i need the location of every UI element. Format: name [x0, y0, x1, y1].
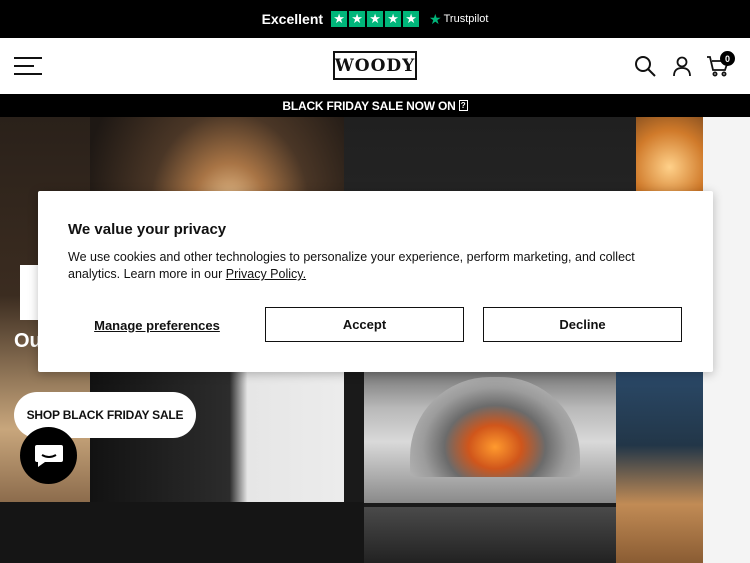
cart-count-badge: 0: [720, 51, 735, 66]
star-icon: ★: [403, 11, 420, 27]
hero-image-bottom: [0, 502, 364, 563]
privacy-policy-link[interactable]: Privacy Policy.: [226, 267, 306, 281]
user-icon[interactable]: [670, 54, 694, 78]
privacy-consent-dialog: We value your privacy We use cookies and…: [38, 191, 713, 372]
manage-preferences-button[interactable]: Manage preferences: [68, 307, 246, 343]
trustpilot-brand: Trustpilot: [443, 13, 489, 25]
privacy-title: We value your privacy: [68, 221, 227, 238]
trustpilot-rating-text: Excellent: [261, 11, 324, 27]
star-icon: ★: [349, 11, 366, 27]
site-logo[interactable]: WOODY: [333, 51, 417, 80]
menu-icon[interactable]: [14, 57, 42, 75]
trustpilot-star-icon: ★: [429, 11, 442, 27]
privacy-body: We use cookies and other technologies to…: [68, 249, 678, 283]
privacy-body-text: We use cookies and other technologies to…: [68, 250, 635, 281]
decline-button[interactable]: Decline: [483, 307, 682, 342]
hero-image-table: [616, 367, 703, 563]
chat-icon: [34, 444, 63, 467]
announcement-text: BLACK FRIDAY SALE NOW ON: [282, 98, 456, 113]
star-icon: ★: [385, 11, 402, 27]
site-header: WOODY 0: [0, 38, 750, 94]
trustpilot-bar[interactable]: Excellent ★ ★ ★ ★ ★ ★ Trustpilot: [0, 0, 750, 38]
page: Excellent ★ ★ ★ ★ ★ ★ Trustpilot WOODY 0…: [0, 0, 750, 563]
trustpilot-stars: ★ ★ ★ ★ ★: [331, 11, 420, 27]
unknown-glyph-icon: ?: [458, 100, 468, 111]
hero-image-oven-stand: [364, 507, 616, 563]
announcement-bar[interactable]: BLACK FRIDAY SALE NOW ON ?: [0, 94, 750, 117]
star-icon: ★: [367, 11, 384, 27]
accept-button[interactable]: Accept: [265, 307, 464, 342]
chat-button[interactable]: [20, 427, 77, 484]
star-icon: ★: [331, 11, 348, 27]
search-icon[interactable]: [633, 54, 657, 78]
trustpilot-logo: ★ Trustpilot: [429, 12, 488, 26]
